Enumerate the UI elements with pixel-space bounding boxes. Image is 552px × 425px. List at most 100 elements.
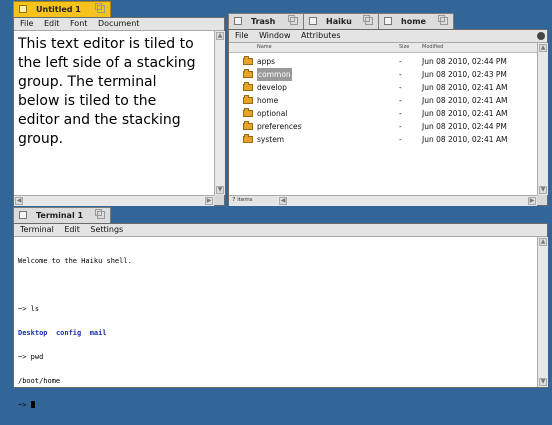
tracker-file-list[interactable]: Name Size Modified apps - Jun 08 2010, 0… bbox=[229, 43, 537, 195]
editor-horizontal-scrollbar[interactable]: ◀ ▶ bbox=[14, 195, 214, 206]
tab-trash-label: Trash bbox=[251, 17, 276, 26]
tracker-menubar: File Window Attributes bbox=[229, 30, 547, 43]
scroll-down-arrow-icon[interactable]: ▼ bbox=[216, 186, 224, 194]
deskbar-icon[interactable] bbox=[537, 32, 545, 40]
haiku-close-button[interactable] bbox=[309, 17, 317, 25]
folder-icon bbox=[243, 82, 253, 91]
terminal-menu-edit[interactable]: Edit bbox=[64, 225, 80, 234]
welcome-line: Welcome to the Haiku shell. bbox=[18, 257, 132, 265]
tab-home[interactable]: home bbox=[378, 13, 454, 29]
file-size: - bbox=[399, 135, 402, 144]
list-item[interactable]: system - Jun 08 2010, 02:41 AM bbox=[229, 133, 537, 146]
folder-icon bbox=[243, 69, 253, 78]
scroll-up-arrow-icon[interactable]: ▲ bbox=[539, 44, 547, 52]
tracker-menu-window[interactable]: Window bbox=[259, 31, 291, 40]
folder-icon bbox=[243, 134, 253, 143]
pwd-output-line: /boot/home bbox=[18, 377, 61, 385]
folder-icon bbox=[243, 56, 253, 65]
editor-menu-edit[interactable]: Edit bbox=[44, 19, 60, 28]
column-modified-header[interactable]: Modified bbox=[422, 43, 443, 52]
tracker-column-header: Name Size Modified bbox=[229, 43, 537, 53]
editor-text: This text editor is tiled to the left si… bbox=[18, 36, 196, 147]
terminal-zoom-button[interactable] bbox=[95, 209, 105, 219]
ls-output-line: Desktop config mail bbox=[18, 329, 132, 337]
file-name: system bbox=[257, 135, 285, 144]
editor-window-title: Untitled 1 bbox=[36, 5, 81, 14]
editor-menu-file[interactable]: File bbox=[20, 19, 33, 28]
file-size: - bbox=[399, 122, 402, 131]
trash-zoom-button[interactable] bbox=[288, 15, 298, 25]
terminal-window: Terminal Edit Settings Welcome to the Ha… bbox=[13, 223, 548, 409]
terminal-menubar: Terminal Edit Settings bbox=[14, 224, 547, 237]
scroll-right-arrow-icon[interactable]: ▶ bbox=[205, 197, 213, 205]
file-modified: Jun 08 2010, 02:44 PM bbox=[422, 122, 507, 131]
file-size: - bbox=[399, 57, 402, 66]
prompt: ~> bbox=[18, 401, 31, 409]
dir-mail: mail bbox=[89, 329, 107, 337]
file-modified: Jun 08 2010, 02:44 PM bbox=[422, 57, 507, 66]
trash-close-button[interactable] bbox=[234, 17, 242, 25]
editor-menubar: File Edit Font Document bbox=[14, 18, 224, 31]
scroll-up-arrow-icon[interactable]: ▲ bbox=[216, 32, 224, 40]
home-close-button[interactable] bbox=[384, 17, 392, 25]
editor-window-tab[interactable]: Untitled 1 bbox=[13, 1, 111, 17]
list-item[interactable]: home - Jun 08 2010, 02:41 AM bbox=[229, 94, 537, 107]
column-size-header[interactable]: Size bbox=[399, 43, 409, 52]
file-modified: Jun 08 2010, 02:43 PM bbox=[422, 70, 507, 79]
tracker-menu-file[interactable]: File bbox=[235, 31, 248, 40]
terminal-menu-settings[interactable]: Settings bbox=[90, 225, 123, 234]
scroll-down-arrow-icon[interactable]: ▼ bbox=[539, 186, 547, 194]
tracker-vertical-scrollbar[interactable]: ▲ ▼ bbox=[537, 43, 548, 195]
file-name: preferences bbox=[257, 122, 302, 131]
tracker-menu-attributes[interactable]: Attributes bbox=[301, 31, 341, 40]
terminal-menu-terminal[interactable]: Terminal bbox=[20, 225, 54, 234]
dir-desktop: Desktop bbox=[18, 329, 48, 337]
file-size: - bbox=[399, 96, 402, 105]
terminal-window-tab[interactable]: Terminal 1 bbox=[13, 207, 111, 223]
editor-window: File Edit Font Document This text editor… bbox=[13, 17, 225, 206]
scroll-up-arrow-icon[interactable]: ▲ bbox=[539, 238, 547, 246]
file-modified: Jun 08 2010, 02:41 AM bbox=[422, 96, 508, 105]
file-name-selected: common bbox=[257, 68, 292, 81]
dir-config: config bbox=[55, 329, 82, 337]
terminal-output[interactable]: Welcome to the Haiku shell. ~> ls Deskto… bbox=[14, 237, 537, 409]
list-item[interactable]: develop - Jun 08 2010, 02:41 AM bbox=[229, 81, 537, 94]
terminal-window-title: Terminal 1 bbox=[36, 211, 84, 220]
list-item[interactable]: apps - Jun 08 2010, 02:44 PM bbox=[229, 55, 537, 68]
editor-zoom-button[interactable] bbox=[95, 3, 105, 13]
file-modified: Jun 08 2010, 02:41 AM bbox=[422, 135, 508, 144]
file-name: apps bbox=[257, 57, 276, 66]
scroll-right-arrow-icon[interactable]: ▶ bbox=[528, 197, 536, 205]
home-zoom-button[interactable] bbox=[438, 15, 448, 25]
tab-haiku-label: Haiku bbox=[326, 17, 352, 26]
scroll-down-arrow-icon[interactable]: ▼ bbox=[539, 378, 547, 386]
terminal-close-button[interactable] bbox=[19, 211, 27, 219]
editor-close-button[interactable] bbox=[19, 5, 27, 13]
tab-haiku[interactable]: Haiku bbox=[303, 13, 379, 29]
haiku-zoom-button[interactable] bbox=[363, 15, 373, 25]
file-name: optional bbox=[257, 109, 288, 118]
prompt-line: ~> bbox=[18, 401, 132, 409]
list-item[interactable]: preferences - Jun 08 2010, 02:44 PM bbox=[229, 120, 537, 133]
editor-menu-document[interactable]: Document bbox=[98, 19, 139, 28]
list-item[interactable]: optional - Jun 08 2010, 02:41 AM bbox=[229, 107, 537, 120]
column-name-header[interactable]: Name bbox=[257, 43, 272, 52]
folder-icon bbox=[243, 108, 253, 117]
file-modified: Jun 08 2010, 02:41 AM bbox=[422, 109, 508, 118]
folder-icon bbox=[243, 95, 253, 104]
tab-trash[interactable]: Trash bbox=[228, 13, 304, 29]
editor-vertical-scrollbar[interactable]: ▲ ▼ bbox=[214, 31, 225, 195]
file-size: - bbox=[399, 109, 402, 118]
editor-menu-font[interactable]: Font bbox=[70, 19, 87, 28]
terminal-text: Welcome to the Haiku shell. ~> ls Deskto… bbox=[18, 241, 132, 425]
scroll-left-arrow-icon[interactable]: ◀ bbox=[279, 197, 287, 205]
terminal-vertical-scrollbar[interactable]: ▲ ▼ bbox=[537, 237, 548, 387]
text-cursor bbox=[30, 401, 35, 408]
tracker-window: File Window Attributes Name Size Modifie… bbox=[228, 29, 548, 206]
tab-home-label: home bbox=[401, 17, 426, 26]
editor-text-area[interactable]: This text editor is tiled to the left si… bbox=[14, 31, 214, 195]
file-size: - bbox=[399, 83, 402, 92]
tracker-horizontal-scrollbar[interactable]: 7 items ◀ ▶ bbox=[229, 195, 537, 206]
scroll-left-arrow-icon[interactable]: ◀ bbox=[15, 197, 23, 205]
list-item[interactable]: common - Jun 08 2010, 02:43 PM bbox=[229, 68, 537, 81]
